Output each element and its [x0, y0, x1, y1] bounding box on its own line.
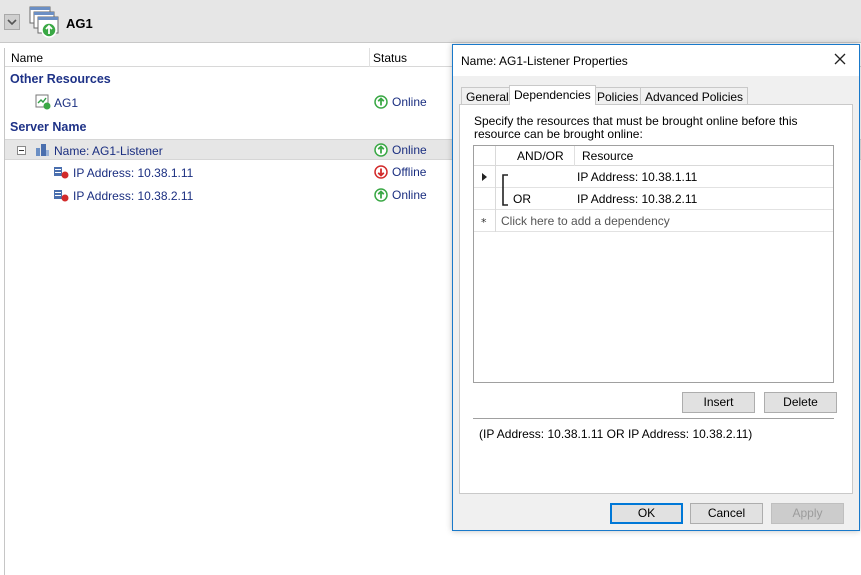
dependency-row[interactable]: OR IP Address: 10.38.2.11 — [474, 188, 833, 210]
collapse-button[interactable] — [4, 14, 20, 30]
close-icon[interactable] — [833, 52, 847, 66]
row-selector[interactable]: * — [474, 210, 496, 232]
page-title: AG1 — [66, 16, 93, 31]
tab-policies[interactable]: Policies — [592, 87, 644, 105]
chevron-down-icon — [7, 19, 17, 26]
row-selector[interactable] — [474, 188, 496, 210]
column-divider[interactable] — [574, 146, 575, 166]
online-icon — [374, 143, 388, 157]
add-dependency-row[interactable]: * Click here to add a dependency — [474, 210, 833, 232]
instructions-text: Specify the resources that must be broug… — [474, 114, 798, 141]
properties-dialog: Name: AG1-Listener Properties General De… — [452, 44, 860, 531]
resource-name: IP Address: 10.38.1.11 — [73, 166, 194, 180]
dependencies-panel: Specify the resources that must be broug… — [459, 104, 853, 494]
column-name-header[interactable]: Name — [11, 51, 43, 65]
resource-name: AG1 — [54, 96, 79, 110]
online-icon — [374, 188, 388, 202]
status-text: Online — [392, 188, 427, 202]
collapse-toggle[interactable] — [17, 146, 26, 155]
tab-advanced-policies[interactable]: Advanced Policies — [640, 87, 749, 105]
group-server-name: Server Name — [10, 120, 87, 134]
ip-address-icon — [54, 167, 69, 179]
availability-group-icon — [29, 6, 59, 38]
resource-name: Name: AG1-Listener — [54, 144, 163, 158]
new-row-asterisk-icon: * — [481, 216, 487, 229]
status-text: Online — [392, 143, 427, 157]
dependency-bracket — [502, 174, 508, 206]
status-cell: Online — [374, 95, 427, 109]
resource-cell[interactable]: IP Address: 10.38.2.11 — [577, 192, 697, 206]
resource-icon — [35, 94, 51, 110]
column-resource-header[interactable]: Resource — [582, 149, 633, 163]
current-row-arrow-icon — [482, 173, 487, 181]
status-text: Online — [392, 95, 427, 109]
offline-icon — [374, 165, 388, 179]
resource-cell[interactable]: IP Address: 10.38.1.11 — [577, 170, 697, 184]
grid-header: AND/OR Resource — [474, 146, 833, 166]
dependency-grid[interactable]: AND/OR Resource IP Address: 10.38.1.11 O… — [473, 145, 834, 383]
status-cell: Offline — [374, 165, 426, 179]
tab-dependencies[interactable]: Dependencies — [509, 85, 596, 105]
dependency-row[interactable]: IP Address: 10.38.1.11 — [474, 166, 833, 188]
insert-button[interactable]: Insert — [682, 392, 755, 413]
delete-button[interactable]: Delete — [764, 392, 837, 413]
group-other-resources: Other Resources — [10, 72, 111, 86]
svg-text:*: * — [481, 216, 487, 229]
resource-name: IP Address: 10.38.2.11 — [73, 189, 194, 203]
dialog-titlebar[interactable]: Name: AG1-Listener Properties — [453, 45, 859, 76]
ip-address-icon — [54, 190, 69, 202]
grid-row-header-column — [474, 146, 496, 165]
status-cell: Online — [374, 143, 427, 157]
status-cell: Online — [374, 188, 427, 202]
column-status-header[interactable]: Status — [373, 51, 407, 65]
separator — [473, 418, 834, 420]
dependency-expression: (IP Address: 10.38.1.11 OR IP Address: 1… — [479, 427, 753, 441]
column-andor-header[interactable]: AND/OR — [517, 149, 564, 163]
andor-cell[interactable]: OR — [513, 192, 531, 206]
status-text: Offline — [392, 165, 427, 179]
column-divider[interactable] — [369, 48, 370, 67]
network-name-icon — [36, 144, 49, 156]
add-dependency-cell[interactable]: Click here to add a dependency — [501, 214, 670, 228]
online-icon — [374, 95, 388, 109]
row-selector[interactable] — [474, 166, 496, 188]
tab-general[interactable]: General — [461, 87, 514, 105]
apply-button[interactable]: Apply — [771, 503, 844, 524]
ok-button[interactable]: OK — [610, 503, 683, 524]
header-bar: AG1 — [0, 0, 861, 43]
dialog-title: Name: AG1-Listener Properties — [461, 54, 628, 68]
cancel-button[interactable]: Cancel — [690, 503, 763, 524]
